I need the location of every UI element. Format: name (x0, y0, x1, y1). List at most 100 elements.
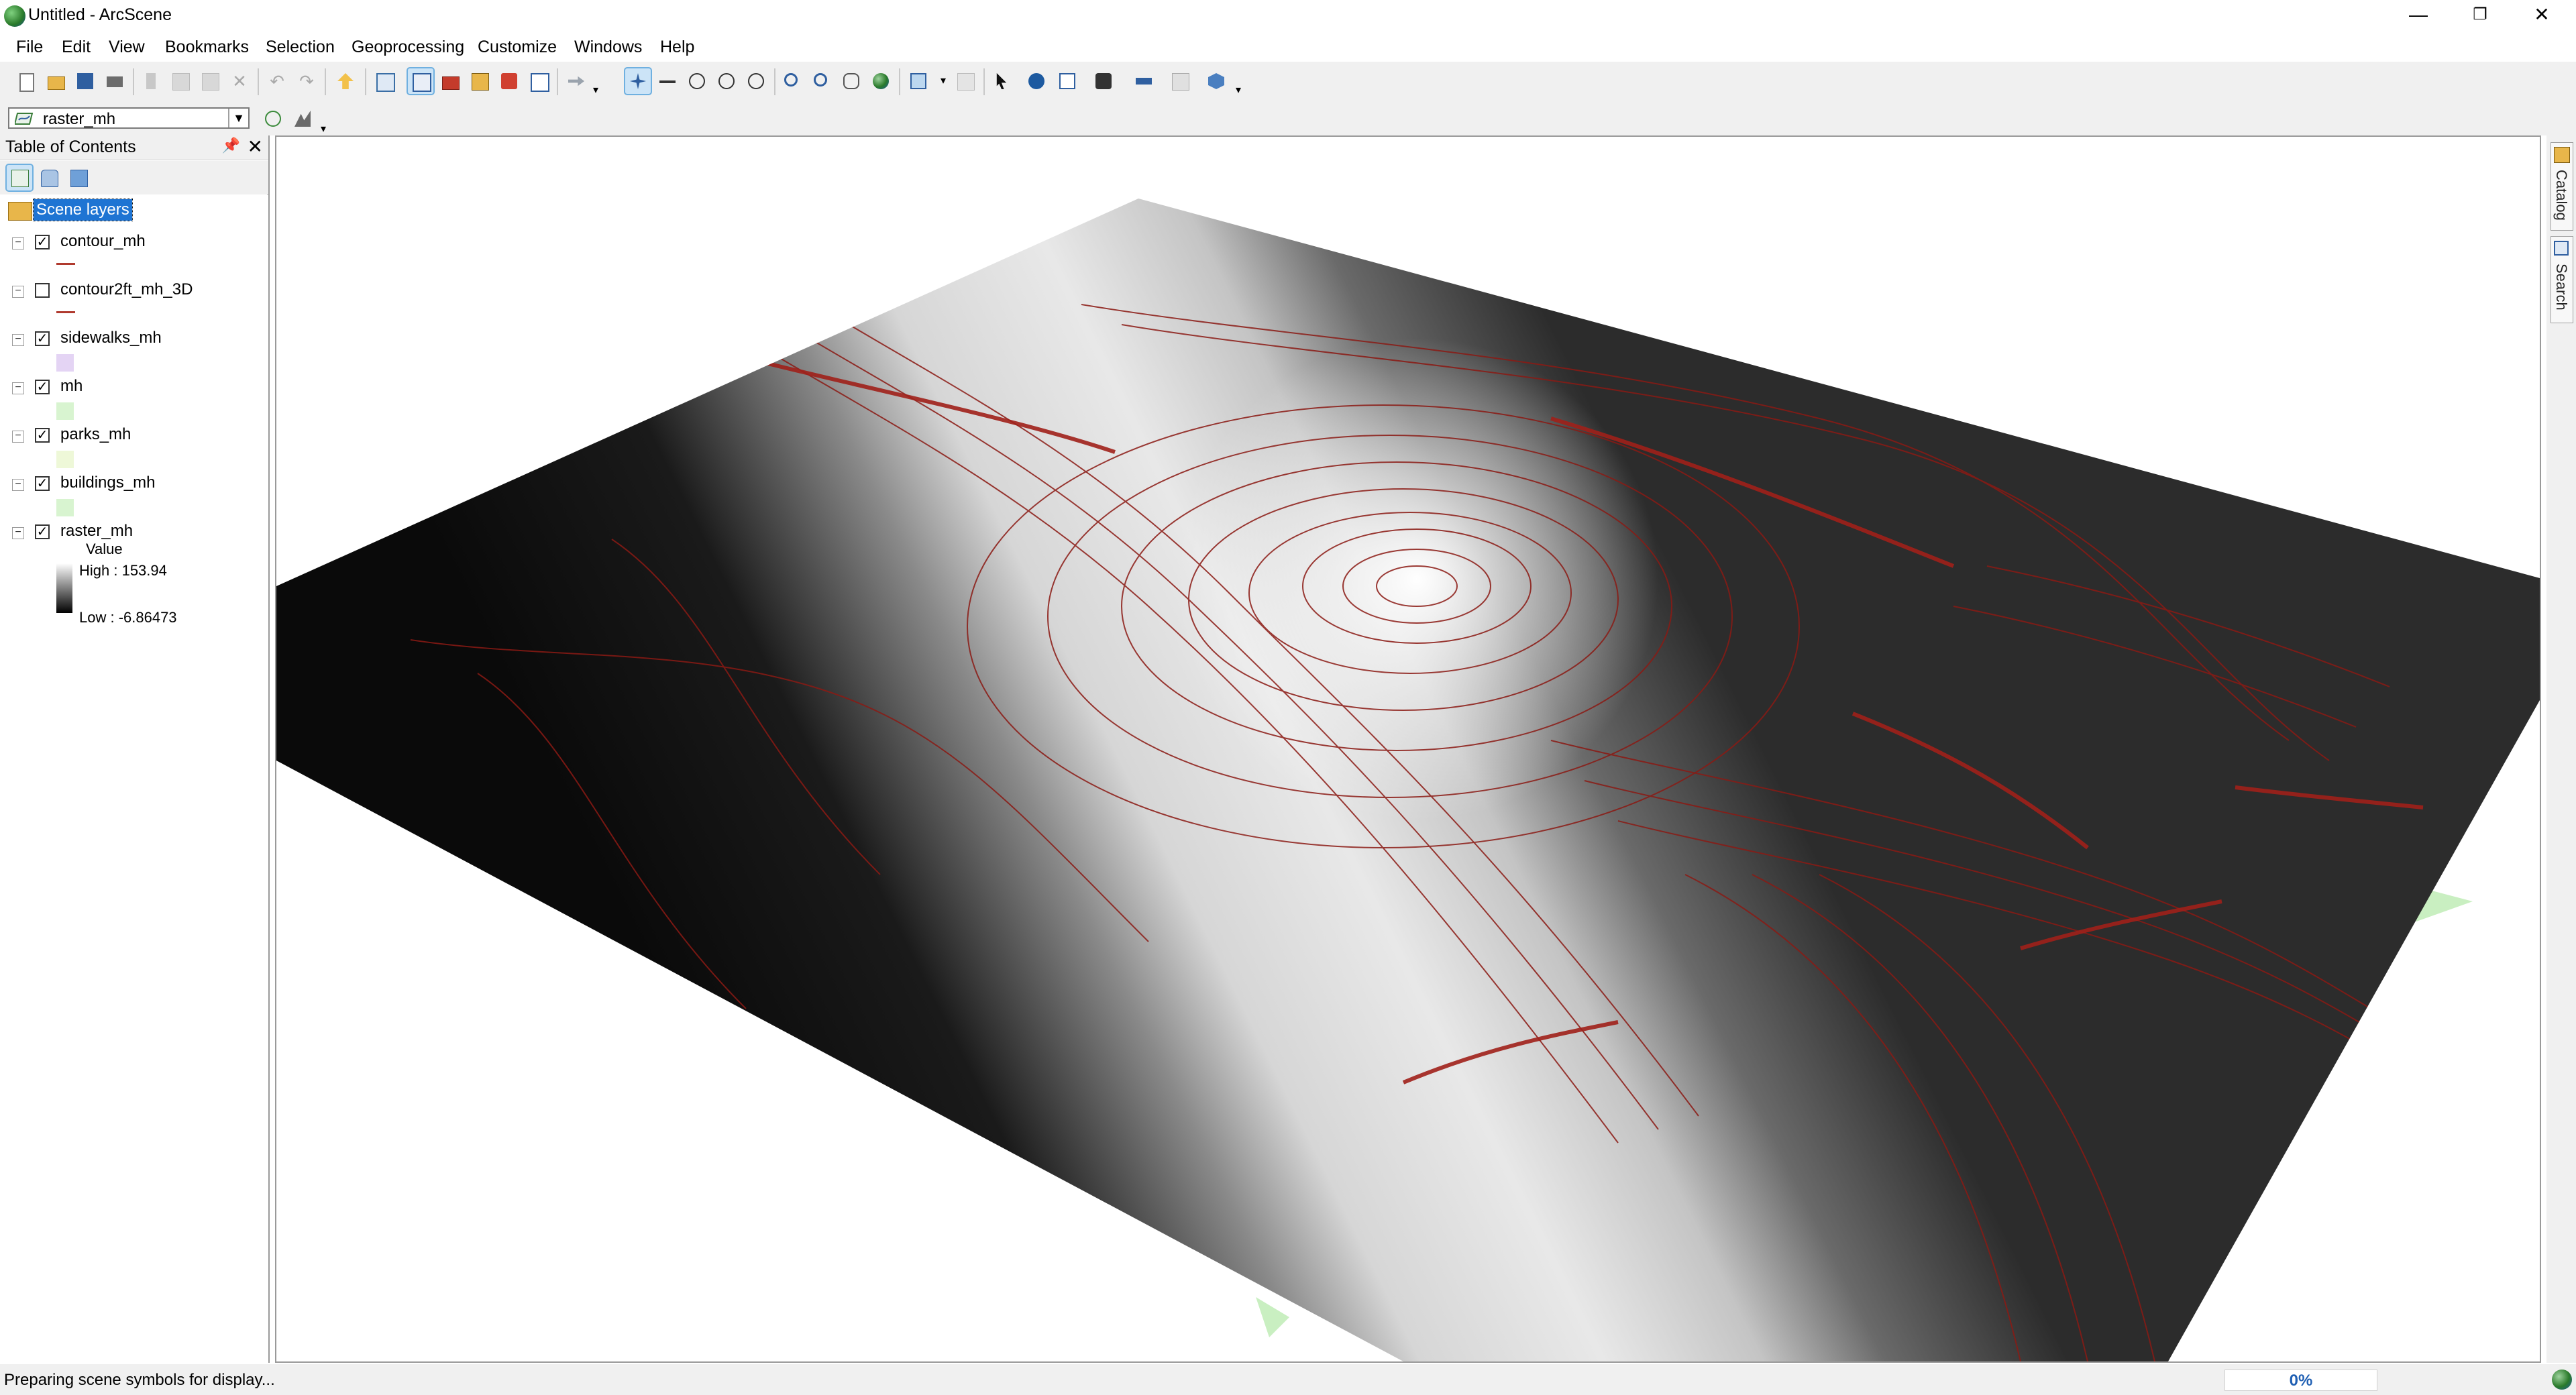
menu-file[interactable]: File (16, 36, 43, 58)
fill-symbol-swatch[interactable] (56, 402, 74, 420)
catalog-tab[interactable]: Catalog (2551, 142, 2573, 231)
scene-view-3d[interactable] (275, 135, 2541, 1363)
animation-icon[interactable] (1167, 68, 1193, 94)
pin-icon[interactable]: 📌 (222, 137, 240, 154)
toolbar-separator (325, 68, 326, 95)
undo-icon[interactable]: ↶ (264, 68, 290, 94)
create-contours-icon[interactable] (260, 106, 286, 131)
toc-icon[interactable] (407, 67, 435, 95)
menu-windows[interactable]: Windows (574, 36, 642, 58)
toolbar-separator (133, 68, 134, 95)
toolbar-overflow-chevron-icon[interactable]: ▾ (1233, 68, 1249, 96)
set-observer-icon[interactable] (743, 68, 769, 94)
open-icon[interactable] (43, 68, 68, 94)
steepest-path-icon[interactable] (290, 106, 315, 131)
minimize-button[interactable]: — (2388, 0, 2449, 31)
layer-visibility-checkbox[interactable]: ✓ (35, 331, 50, 346)
new-document-icon[interactable] (13, 68, 39, 94)
menu-bookmarks[interactable]: Bookmarks (165, 36, 249, 58)
toolbar-overflow-chevron-icon[interactable]: ▾ (318, 113, 334, 138)
collapse-icon[interactable]: − (12, 286, 24, 298)
menu-geoprocessing[interactable]: Geoprocessing (352, 36, 464, 58)
paste-icon[interactable] (197, 68, 223, 94)
toolbar-overflow-chevron-icon[interactable]: ▾ (590, 68, 606, 96)
zoom-in-icon[interactable] (780, 68, 805, 94)
measure-icon[interactable] (1131, 68, 1157, 94)
close-button[interactable]: ✕ (2512, 0, 2572, 31)
toc-layer-parks-mh[interactable]: − ✓ parks_mh (0, 424, 267, 472)
select-features-icon[interactable] (906, 68, 931, 94)
add-data-icon[interactable] (333, 68, 358, 94)
window-title: Untitled - ArcScene (28, 5, 172, 24)
collapse-icon[interactable]: − (12, 527, 24, 539)
fill-symbol-swatch[interactable] (56, 354, 74, 372)
toc-layer-contour2ft-mh-3d[interactable]: − contour2ft_mh_3D (0, 279, 267, 327)
elevation-peak (276, 199, 2540, 1361)
globe-icon (2552, 1370, 2572, 1390)
collapse-icon[interactable]: − (12, 237, 24, 249)
toc-layer-sidewalks-mh[interactable]: − ✓ sidewalks_mh (0, 327, 267, 376)
toc-layer-contour-mh[interactable]: − ✓ contour_mh (0, 231, 267, 279)
restore-button[interactable]: ❐ (2450, 0, 2510, 31)
table-of-contents-pane: Table of Contents 📌 ✕ Scene layers − ✓ c… (0, 135, 270, 1363)
collapse-icon[interactable]: − (12, 479, 24, 491)
collapse-icon[interactable]: − (12, 431, 24, 443)
delete-icon[interactable]: ✕ (227, 68, 252, 94)
fill-symbol-swatch[interactable] (56, 451, 74, 468)
list-by-drawing-order-icon[interactable] (5, 164, 34, 192)
menu-customize[interactable]: Customize (478, 36, 557, 58)
chevron-down-icon[interactable]: ▼ (228, 109, 248, 127)
search-tab[interactable]: Search (2551, 236, 2573, 323)
html-popup-icon[interactable] (1055, 68, 1080, 94)
fly-icon[interactable] (655, 68, 680, 94)
cut-icon[interactable] (138, 68, 164, 94)
zoom-out-icon[interactable] (809, 68, 835, 94)
collapse-icon[interactable]: − (12, 334, 24, 346)
scene-properties-icon[interactable] (372, 68, 397, 94)
fill-symbol-swatch[interactable] (56, 499, 74, 516)
layer-visibility-checkbox[interactable]: ✓ (35, 235, 50, 249)
save-icon[interactable] (72, 68, 98, 94)
layer-visibility-checkbox[interactable] (35, 283, 50, 298)
line-symbol-swatch[interactable] (56, 311, 75, 313)
menu-edit[interactable]: Edit (62, 36, 91, 58)
layer-visibility-checkbox[interactable]: ✓ (35, 524, 50, 539)
navigate-icon[interactable] (624, 67, 652, 95)
list-by-visibility-icon[interactable] (66, 165, 91, 190)
color-ramp-swatch[interactable] (56, 563, 72, 613)
select-dropdown-chevron-icon[interactable]: ▾ (939, 68, 953, 94)
layer-dropdown[interactable]: raster_mh ▼ (8, 107, 250, 129)
clear-selection-icon[interactable] (953, 68, 978, 94)
collapse-icon[interactable]: − (12, 382, 24, 394)
full-extent-icon[interactable] (868, 68, 894, 94)
layer-visibility-checkbox[interactable]: ✓ (35, 380, 50, 394)
line-symbol-swatch[interactable] (56, 263, 75, 265)
copy-icon[interactable] (168, 68, 193, 94)
select-elements-icon[interactable] (989, 68, 1014, 94)
toc-layer-mh[interactable]: − ✓ mh (0, 376, 267, 424)
list-by-source-icon[interactable] (36, 165, 62, 190)
find-icon[interactable] (1091, 68, 1116, 94)
layer-name: sidewalks_mh (60, 329, 162, 347)
3d-effects-icon[interactable] (1203, 68, 1229, 94)
toc-layer-buildings-mh[interactable]: − ✓ buildings_mh (0, 472, 267, 520)
layer-visibility-checkbox[interactable]: ✓ (35, 476, 50, 491)
editor-tools-icon[interactable] (564, 68, 589, 94)
close-icon[interactable]: ✕ (248, 135, 263, 158)
python-icon[interactable] (496, 68, 522, 94)
target-center-icon[interactable] (684, 68, 710, 94)
menu-view[interactable]: View (109, 36, 145, 58)
toolbar-separator (365, 68, 366, 95)
arctoolbox-icon[interactable] (437, 68, 463, 94)
menu-selection[interactable]: Selection (266, 36, 335, 58)
zoom-to-target-icon[interactable] (714, 68, 739, 94)
menu-help[interactable]: Help (660, 36, 694, 58)
title-bar: Untitled - ArcScene — ❐ ✕ (0, 0, 2576, 34)
model-builder-icon[interactable] (526, 68, 551, 94)
catalog-icon[interactable] (467, 68, 492, 94)
identify-icon[interactable] (1024, 68, 1049, 94)
layer-visibility-checkbox[interactable]: ✓ (35, 428, 50, 443)
print-icon[interactable] (102, 68, 127, 94)
redo-icon[interactable]: ↷ (294, 68, 319, 94)
pan-icon[interactable] (839, 68, 864, 94)
